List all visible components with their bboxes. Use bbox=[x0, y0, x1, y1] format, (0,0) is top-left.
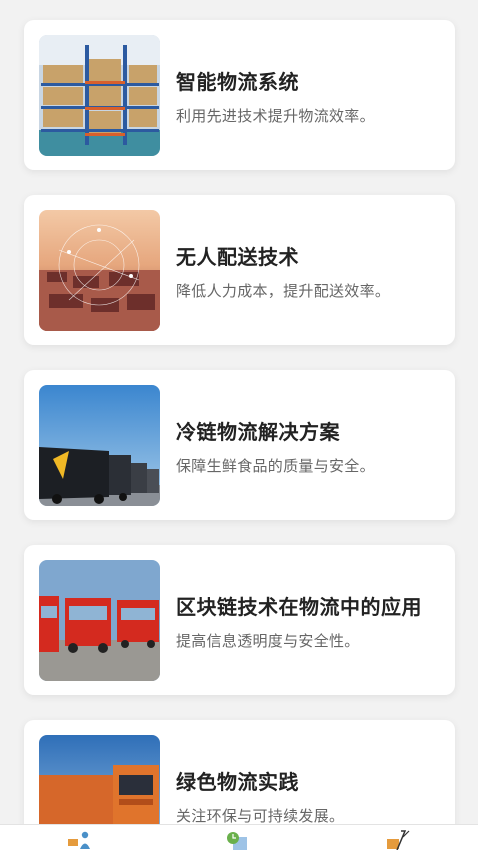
card-title: 冷链物流解决方案 bbox=[176, 420, 340, 444]
article-card[interactable]: 冷链物流解决方案 保障生鲜食品的质量与安全。 bbox=[24, 370, 455, 520]
card-title: 无人配送技术 bbox=[176, 245, 299, 269]
refrigerated-trucks-image bbox=[39, 385, 160, 506]
tab-logistics[interactable] bbox=[223, 829, 253, 850]
card-description: 降低人力成本，提升配送效率。 bbox=[176, 282, 391, 300]
bottom-tab-bar bbox=[0, 824, 478, 850]
app-screen: 智能物流系统 利用先进技术提升物流效率。 无人配送技术 降低人力成本，提升配送效… bbox=[0, 0, 478, 850]
warehouse-shelves-image bbox=[39, 35, 160, 156]
card-description: 保障生鲜食品的质量与安全。 bbox=[176, 457, 375, 475]
article-card[interactable]: 区块链技术在物流中的应用 提高信息透明度与安全性。 bbox=[24, 545, 455, 695]
delivery-person-icon bbox=[68, 831, 90, 849]
hand-truck-icon bbox=[387, 830, 410, 850]
card-description: 关注环保与可持续发展。 bbox=[176, 807, 345, 825]
card-title: 智能物流系统 bbox=[176, 70, 299, 94]
article-card[interactable]: 智能物流系统 利用先进技术提升物流效率。 bbox=[24, 20, 455, 170]
tab-cart[interactable] bbox=[383, 829, 413, 850]
logistics-building-icon bbox=[227, 832, 247, 850]
red-trucks-image bbox=[39, 560, 160, 681]
card-description: 提高信息透明度与安全性。 bbox=[176, 632, 360, 650]
card-title: 区块链技术在物流中的应用 bbox=[176, 595, 422, 619]
article-card[interactable]: 无人配送技术 降低人力成本，提升配送效率。 bbox=[24, 195, 455, 345]
port-network-image bbox=[39, 210, 160, 331]
card-title: 绿色物流实践 bbox=[176, 770, 299, 794]
tab-delivery[interactable] bbox=[66, 829, 96, 850]
card-description: 利用先进技术提升物流效率。 bbox=[176, 107, 375, 125]
